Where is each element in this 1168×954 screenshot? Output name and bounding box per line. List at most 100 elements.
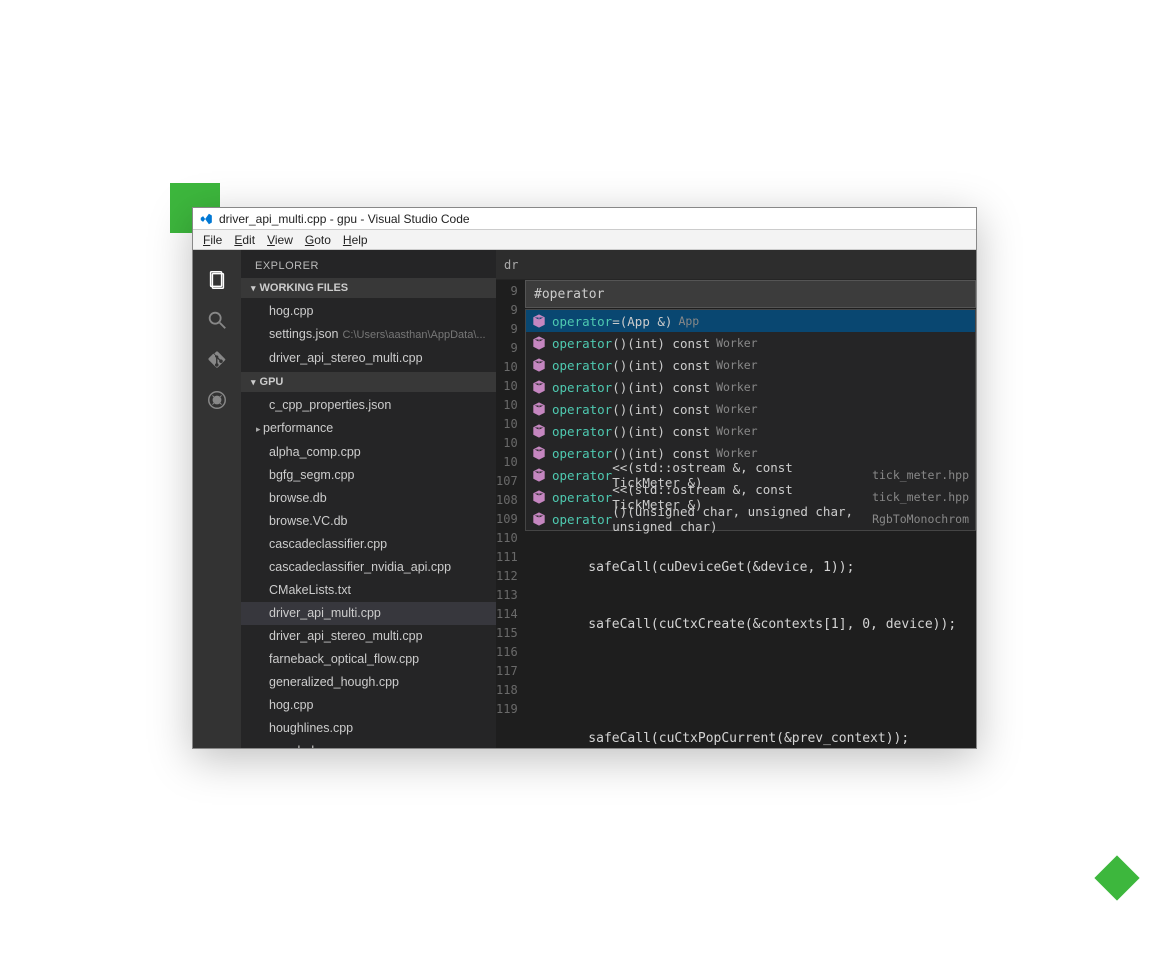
line-number: 9: [496, 301, 518, 320]
debug-tab-icon[interactable]: [193, 380, 241, 420]
line-number-gutter: 9999101010101010107108109110111112113114…: [496, 280, 526, 748]
file-item[interactable]: bgfg_segm.cpp: [241, 464, 496, 487]
title-bar: driver_api_multi.cpp - gpu - Visual Stud…: [193, 208, 976, 230]
search-query-text: #operator: [534, 287, 604, 302]
file-item[interactable]: morphology.cpp: [241, 740, 496, 748]
suggestion-detail: Worker: [716, 402, 758, 416]
vscode-window: driver_api_multi.cpp - gpu - Visual Stud…: [192, 207, 977, 749]
gpu-file-list: c_cpp_properties.jsonperformancealpha_co…: [241, 392, 496, 748]
suggestion-signature: ()(int) const: [612, 446, 710, 461]
file-item[interactable]: generalized_hough.cpp: [241, 671, 496, 694]
suggestion-detail: Worker: [716, 424, 758, 438]
line-number: 112: [496, 567, 518, 586]
menu-bar: File Edit View Goto Help: [193, 230, 976, 250]
file-item[interactable]: alpha_comp.cpp: [241, 441, 496, 464]
explorer-sidebar: EXPLORER WORKING FILES hog.cppsettings.j…: [241, 250, 496, 748]
line-number: 9: [496, 339, 518, 358]
file-item[interactable]: houghlines.cpp: [241, 717, 496, 740]
file-item[interactable]: driver_api_multi.cpp: [241, 602, 496, 625]
suggestion-item[interactable]: operator()(int) const Worker: [526, 376, 975, 398]
suggestion-item[interactable]: operator()(unsigned char, unsigned char,…: [526, 508, 975, 530]
search-tab-icon[interactable]: [193, 300, 241, 340]
suggestion-name: operator: [552, 490, 612, 505]
activity-bar: [193, 250, 241, 748]
file-item[interactable]: CMakeLists.txt: [241, 579, 496, 602]
suggestion-item[interactable]: operator()(int) constWorker: [526, 354, 975, 376]
suggestion-signature: ()(int) const: [612, 336, 710, 351]
editor-tab-bar: dr: [496, 250, 976, 280]
gpu-folder-header[interactable]: GPU: [241, 372, 496, 392]
line-number: 114: [496, 605, 518, 624]
menu-help[interactable]: Help: [343, 233, 368, 247]
window-title: driver_api_multi.cpp - gpu - Visual Stud…: [219, 212, 470, 226]
line-number: 9: [496, 282, 518, 301]
working-file-item[interactable]: hog.cpp: [241, 300, 496, 323]
working-file-item[interactable]: driver_api_stereo_multi.cpp: [241, 347, 496, 370]
suggestion-detail: Worker: [716, 380, 758, 394]
file-item[interactable]: cascadeclassifier_nvidia_api.cpp: [241, 556, 496, 579]
menu-goto[interactable]: Goto: [305, 233, 331, 247]
line-number: 111: [496, 548, 518, 567]
suggestion-signature: ()(int) const: [612, 424, 710, 439]
file-item[interactable]: farneback_optical_flow.cpp: [241, 648, 496, 671]
folder-item[interactable]: performance: [241, 417, 496, 441]
decorative-diamond: [1094, 855, 1139, 900]
suggestion-signature: ()(int) const: [612, 402, 710, 417]
line-number: 10: [496, 434, 518, 453]
line-number: 108: [496, 491, 518, 510]
git-tab-icon[interactable]: [193, 340, 241, 380]
menu-edit[interactable]: Edit: [234, 233, 255, 247]
suggestion-signature: ()(unsigned char, unsigned char, unsigne…: [612, 504, 866, 534]
suggestion-detail: tick_meter.hpp: [872, 468, 969, 482]
menu-file[interactable]: File: [203, 233, 222, 247]
file-item[interactable]: hog.cpp: [241, 694, 496, 717]
symbol-search-input[interactable]: #operator: [525, 280, 976, 308]
line-number: 109: [496, 510, 518, 529]
suggestion-item[interactable]: operator()(int) constWorker: [526, 420, 975, 442]
file-item[interactable]: cascadeclassifier.cpp: [241, 533, 496, 556]
suggestion-list: operator=(App &)Appoperator()(int) const…: [525, 309, 976, 531]
working-files-list: hog.cppsettings.jsonC:\Users\aasthan\App…: [241, 298, 496, 372]
suggestion-name: operator: [552, 380, 612, 395]
suggestion-name: operator: [552, 336, 612, 351]
suggestion-detail: Worker: [716, 446, 758, 460]
suggestion-detail: App: [678, 314, 699, 328]
suggestion-detail: Worker: [716, 358, 758, 372]
suggestion-detail: Worker: [716, 336, 758, 350]
suggestion-item[interactable]: operator()(int) constWorker: [526, 398, 975, 420]
line-number: 115: [496, 624, 518, 643]
file-item[interactable]: browse.db: [241, 487, 496, 510]
explorer-tab-icon[interactable]: [193, 260, 241, 300]
code-line: safeCall(cuCtxCreate(&contexts[1], 0, de…: [526, 615, 976, 634]
vscode-icon: [199, 212, 213, 226]
line-number: 10: [496, 415, 518, 434]
suggestion-signature: ()(int) const: [612, 358, 710, 373]
suggestion-name: operator: [552, 468, 612, 483]
editor-tab-label[interactable]: dr: [504, 258, 518, 272]
line-number: 119: [496, 700, 518, 719]
working-files-header[interactable]: WORKING FILES: [241, 278, 496, 298]
menu-view[interactable]: View: [267, 233, 293, 247]
file-item[interactable]: browse.VC.db: [241, 510, 496, 533]
line-number: 118: [496, 681, 518, 700]
explorer-header: EXPLORER: [241, 250, 496, 278]
line-number: 10: [496, 453, 518, 472]
file-item[interactable]: c_cpp_properties.json: [241, 394, 496, 417]
suggestion-item[interactable]: operator()(int) const Worker: [526, 332, 975, 354]
suggestion-detail: tick_meter.hpp: [872, 490, 969, 504]
line-number: 116: [496, 643, 518, 662]
working-file-item[interactable]: settings.jsonC:\Users\aasthan\AppData\..…: [241, 323, 496, 347]
suggestion-item[interactable]: operator=(App &)App: [526, 310, 975, 332]
line-number: 117: [496, 662, 518, 681]
line-number: 110: [496, 529, 518, 548]
line-number: 10: [496, 358, 518, 377]
suggestion-signature: =(App &): [612, 314, 672, 329]
code-line: [526, 672, 976, 691]
code-line: safeCall(cuCtxPopCurrent(&prev_context))…: [526, 729, 976, 748]
file-item[interactable]: driver_api_stereo_multi.cpp: [241, 625, 496, 648]
suggestion-signature: ()(int) const: [612, 380, 710, 395]
line-number: 10: [496, 396, 518, 415]
line-number: 9: [496, 320, 518, 339]
line-number: 10: [496, 377, 518, 396]
code-line: safeCall(cuDeviceGet(&device, 1));: [526, 558, 976, 577]
